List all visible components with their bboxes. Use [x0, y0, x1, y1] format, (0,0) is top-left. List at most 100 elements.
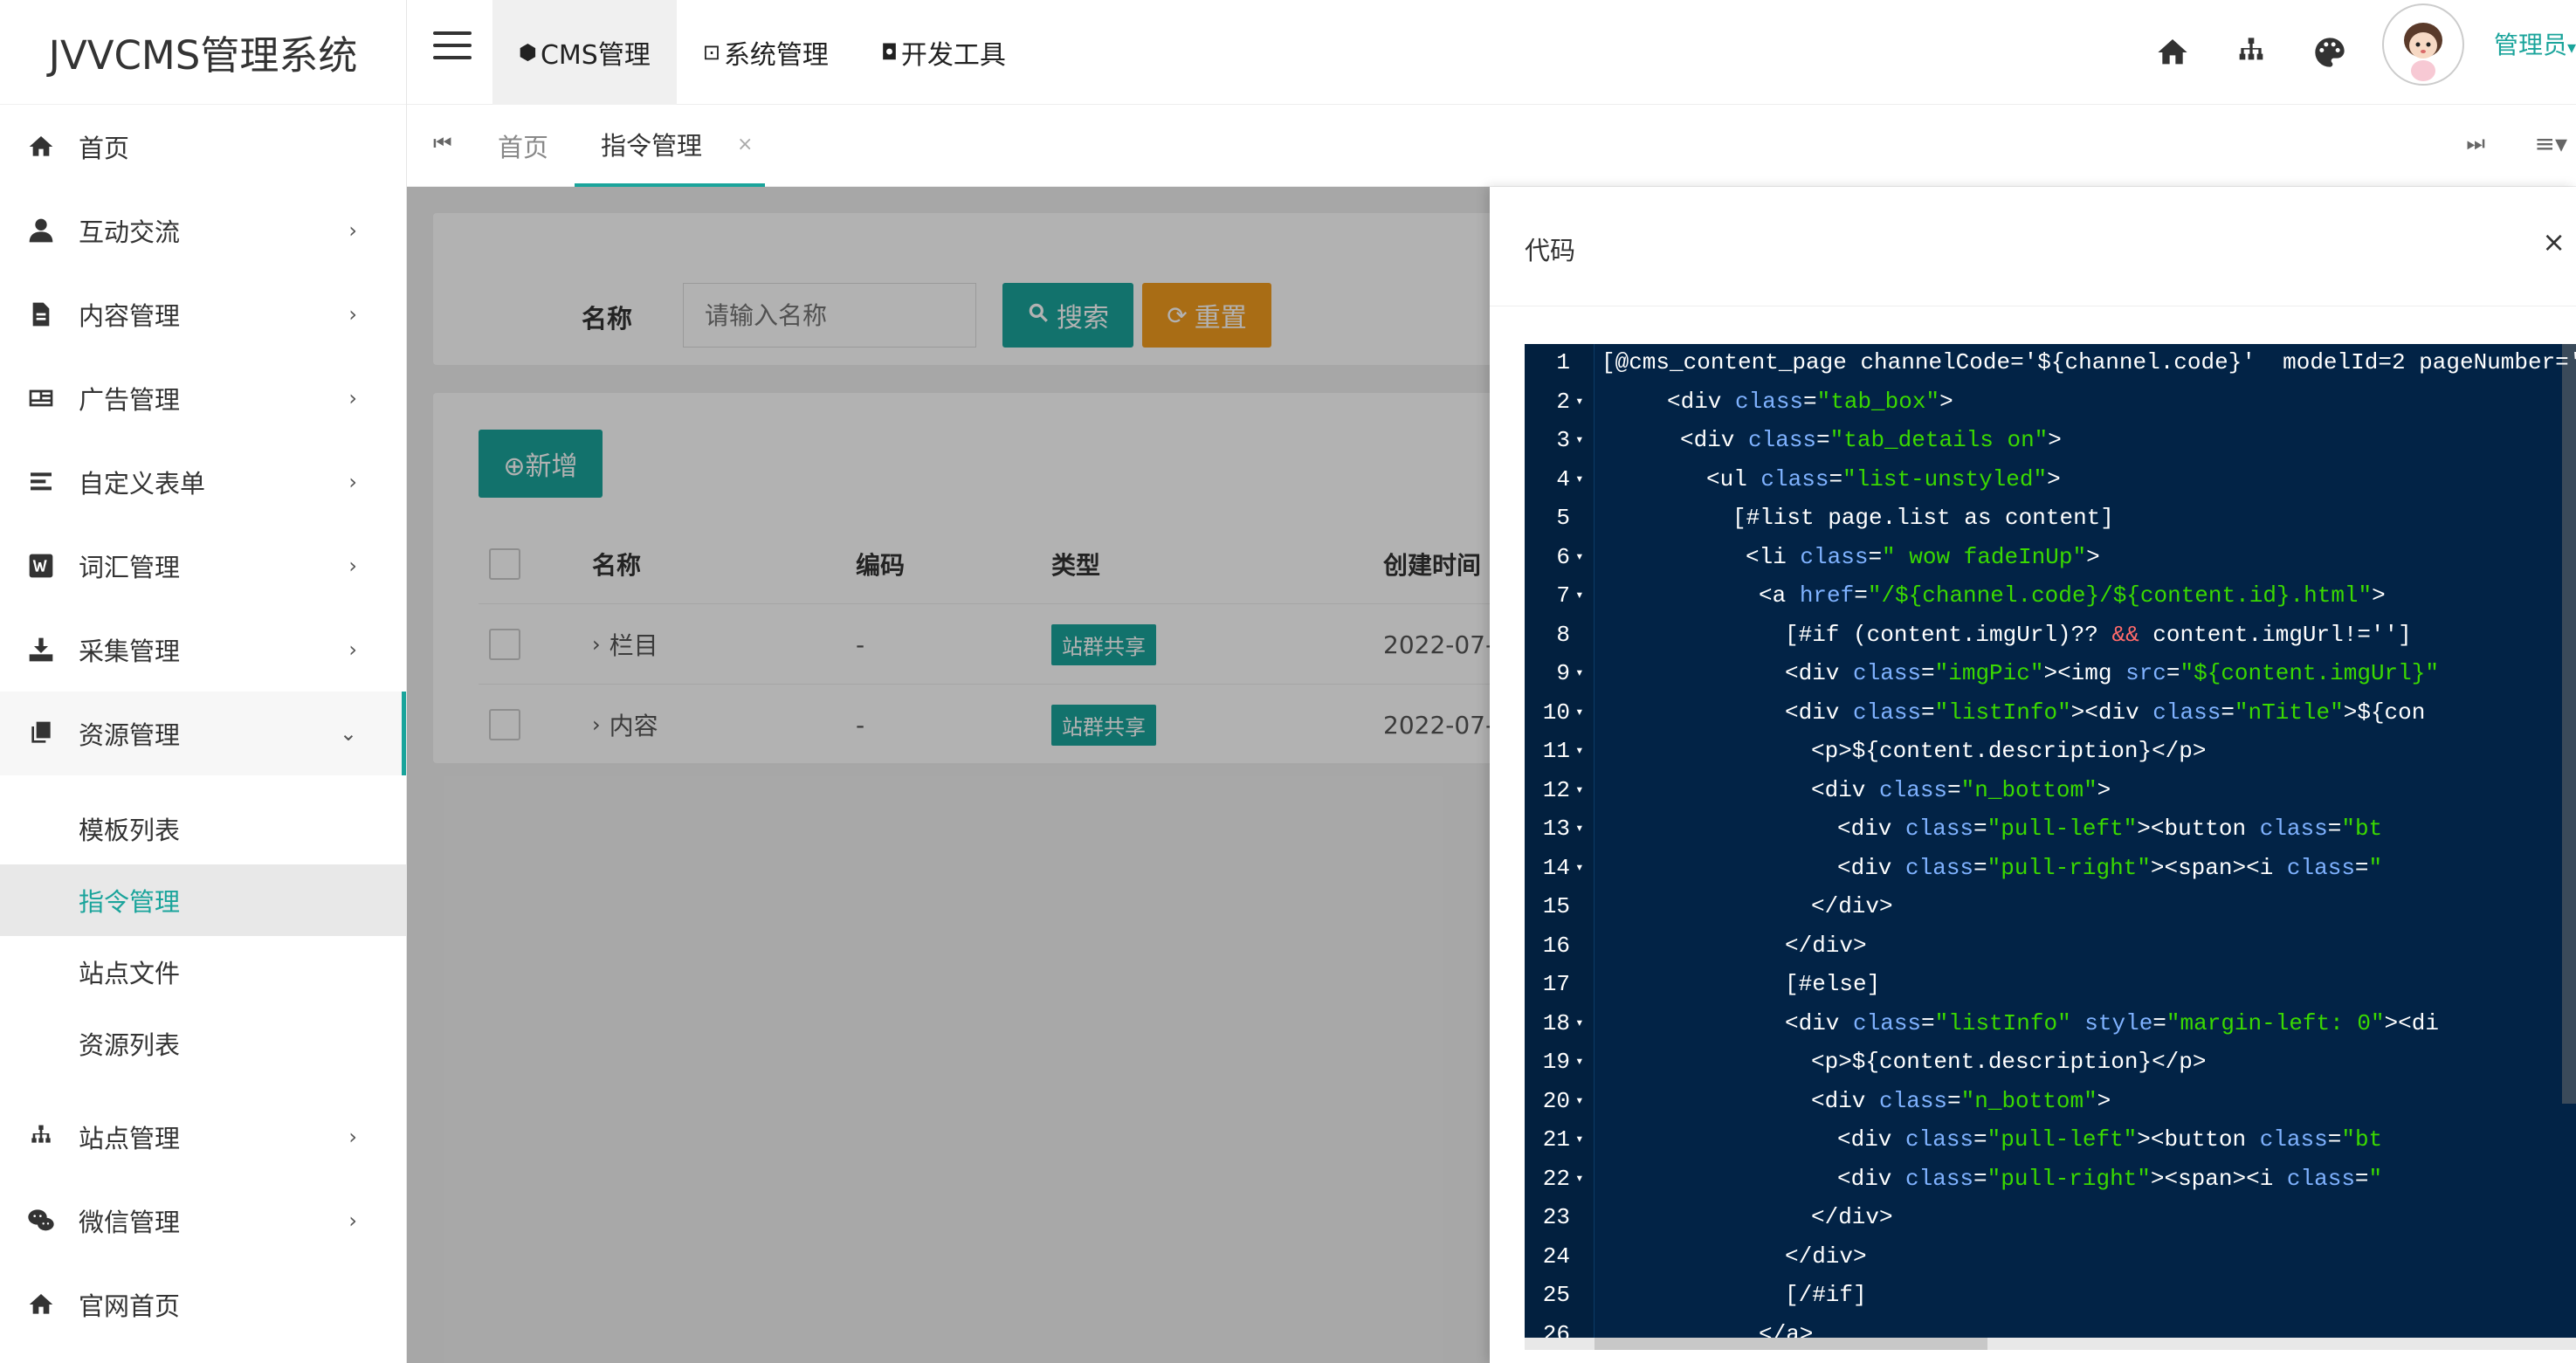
sidebar-item-1[interactable]: 互动交流 ›	[0, 189, 406, 272]
code-text: <div class="tab_box">	[1667, 389, 1953, 415]
palette-icon[interactable]	[2311, 33, 2349, 72]
chevron-down-icon: ▾	[2566, 37, 2576, 58]
code-token: <div	[1837, 854, 1906, 881]
code-token: "nTitle"	[2234, 699, 2344, 726]
submenu-item-0[interactable]: 模板列表	[0, 793, 406, 864]
horizontal-scrollbar[interactable]	[1595, 1338, 1987, 1350]
copy-icon	[26, 719, 56, 748]
tab-prev-icon[interactable]: ⏮	[433, 131, 452, 155]
submenu-item-3[interactable]: 资源列表	[0, 1008, 406, 1079]
code-token: =	[1947, 1087, 1961, 1114]
code-token: ><div	[2070, 699, 2153, 726]
code-line: 19 ▾ <p>${content.description}</p>	[1525, 1049, 2576, 1085]
sidebar-item-3[interactable]: 广告管理 ›	[0, 356, 406, 440]
fold-arrow-icon[interactable]: ▾	[1575, 1052, 1584, 1070]
fold-arrow-icon[interactable]: ▾	[1575, 858, 1584, 876]
code-line: 10 ▾ <div class="listInfo"><div class="nTi…	[1525, 699, 2576, 736]
fold-arrow-icon[interactable]: ▾	[1575, 664, 1584, 681]
tab-menu-icon[interactable]: ≡▾	[2534, 129, 2567, 158]
top-nav-item-0[interactable]: ⬢ CMS管理	[492, 0, 677, 105]
top-nav-item-1[interactable]: ⊡ 系统管理	[677, 0, 855, 105]
sidebar-item-0[interactable]: 首页	[0, 105, 406, 189]
code-token: =	[1803, 388, 1817, 415]
home-icon[interactable]	[2153, 33, 2192, 72]
code-token: >	[2097, 776, 2111, 803]
code-text: <p>${content.description}</p>	[1811, 738, 2206, 764]
close-icon[interactable]: ×	[737, 134, 753, 155]
code-text: [/#if]	[1785, 1282, 1867, 1308]
sidebar-item-9[interactable]: 微信管理 ›	[0, 1179, 406, 1263]
chevron-down-icon: ⌄	[339, 721, 357, 746]
line-number: 20	[1542, 1087, 1570, 1114]
fold-arrow-icon[interactable]: ▾	[1575, 1130, 1584, 1147]
fold-arrow-icon[interactable]: ▾	[1575, 703, 1584, 720]
fold-arrow-icon[interactable]: ▾	[1575, 1014, 1584, 1031]
sidebar-item-6[interactable]: 采集管理 ›	[0, 608, 406, 692]
fold-arrow-icon[interactable]: ▾	[1575, 470, 1584, 487]
user-name: 管理员	[2493, 31, 2567, 59]
fold-arrow-icon[interactable]: ▾	[1575, 819, 1584, 836]
sidebar-item-label: 站点管理	[79, 1124, 181, 1153]
sidebar-item-2[interactable]: 内容管理 ›	[0, 272, 406, 356]
code-token: "pull-left"	[1987, 1126, 2138, 1153]
line-number: 21	[1542, 1126, 1570, 1153]
sidebar-item-4[interactable]: 自定义表单 ›	[0, 440, 406, 524]
sidebar-item-5[interactable]: 词汇管理 ›	[0, 524, 406, 608]
sidebar-item-label: 内容管理	[79, 301, 181, 331]
code-text: <div class="n_bottom">	[1811, 1088, 2111, 1114]
home-icon	[26, 1290, 56, 1319]
user-avatar[interactable]	[2382, 3, 2464, 86]
submenu-item-2[interactable]: 站点文件	[0, 936, 406, 1008]
code-line: 25 [/#if]	[1525, 1282, 2576, 1318]
code-token: "pull-right"	[1987, 854, 2151, 881]
sidebar-item-label: 微信管理	[79, 1208, 181, 1237]
fold-arrow-icon[interactable]: ▾	[1575, 781, 1584, 798]
main-content: 名称 搜索 ⟳ 重置 ⊕新增 名称 编码 类型 创建时间 ›栏目-站群共享202…	[407, 187, 1490, 1363]
fold-arrow-icon[interactable]: ▾	[1575, 586, 1584, 603]
code-token: <div	[1680, 427, 1749, 453]
sidebar-item-10[interactable]: 官网首页	[0, 1263, 406, 1346]
fold-arrow-icon[interactable]: ▾	[1575, 1091, 1584, 1109]
tab-next-icon[interactable]: ⏭	[2466, 131, 2485, 155]
code-token: "margin-left: 0"	[2166, 1009, 2385, 1036]
fold-arrow-icon[interactable]: ▾	[1575, 741, 1584, 759]
line-number: 10	[1542, 699, 1570, 726]
sidebar-item-7[interactable]: 资源管理 ⌄	[0, 692, 406, 775]
user-menu[interactable]: 管理员▾	[2494, 26, 2576, 61]
code-token: "bt	[2341, 1126, 2383, 1153]
fold-arrow-icon[interactable]: ▾	[1575, 1169, 1584, 1187]
fold-arrow-icon[interactable]: ▾	[1575, 547, 1584, 565]
top-nav-item-2[interactable]: ◘ 开发工具	[855, 0, 1032, 105]
line-number: 17	[1542, 971, 1570, 997]
code-token: src	[2125, 660, 2166, 686]
code-token: class	[1748, 427, 1817, 453]
close-icon[interactable]: ×	[2542, 225, 2566, 258]
submenu-item-1[interactable]: 指令管理	[0, 864, 406, 936]
sitemap-icon	[26, 1122, 56, 1152]
code-line: 9 ▾ <div class="imgPic"><img src="${conten…	[1525, 660, 2576, 697]
menu-toggle-icon[interactable]	[433, 31, 472, 70]
code-token: =	[1921, 1009, 1935, 1036]
fold-arrow-icon[interactable]: ▾	[1575, 430, 1584, 448]
code-token: =	[1921, 699, 1935, 726]
line-number: 5	[1556, 505, 1570, 531]
line-number: 18	[1542, 1009, 1570, 1036]
line-number: 19	[1542, 1049, 1570, 1075]
sidebar-item-label: 采集管理	[79, 637, 181, 666]
wechat-icon	[26, 1206, 56, 1236]
tab-home[interactable]: 首页	[498, 105, 548, 187]
sidebar-item-8[interactable]: 站点管理 ›	[0, 1095, 406, 1179]
code-token: class	[2286, 1165, 2355, 1192]
code-token: "imgPic"	[1934, 660, 2044, 686]
code-token: <div	[1811, 1087, 1880, 1114]
fold-arrow-icon[interactable]: ▾	[1575, 392, 1584, 410]
sitemap-icon[interactable]	[2232, 33, 2270, 72]
code-text: <a href="/${channel.code}/${content.id}.…	[1759, 582, 2386, 609]
tab-command-manage[interactable]: 指令管理 ×	[575, 105, 765, 187]
code-editor[interactable]: 1 [@cms_content_page channelCode='${chann…	[1525, 344, 2576, 1346]
modal-overlay[interactable]	[407, 187, 1490, 1363]
chevron-right-icon: ›	[348, 637, 357, 662]
code-token: <div	[1785, 699, 1854, 726]
code-token: >	[2097, 1087, 2111, 1114]
